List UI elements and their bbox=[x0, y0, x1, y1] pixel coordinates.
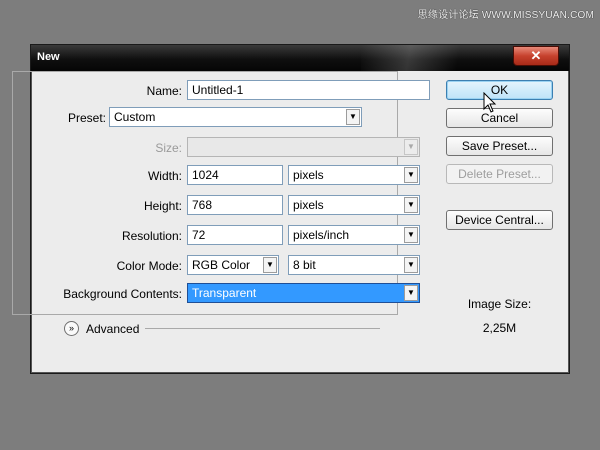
color-mode-value: RGB Color bbox=[192, 258, 251, 272]
background-contents-value: Transparent bbox=[192, 286, 257, 300]
chevron-down-icon: ▼ bbox=[346, 109, 360, 125]
image-size-value: 2,25M bbox=[482, 321, 517, 335]
dialog-title: New bbox=[37, 51, 60, 63]
color-mode-label: Color Mode: bbox=[116, 259, 182, 273]
device-central-button[interactable]: Device Central... bbox=[446, 210, 553, 230]
name-input[interactable]: Untitled-1 bbox=[187, 80, 430, 100]
title-bar[interactable]: New ✕ bbox=[31, 45, 569, 71]
background-contents-label: Background Contents: bbox=[63, 287, 182, 301]
width-unit-select[interactable]: pixels ▼ bbox=[288, 165, 420, 185]
image-size-label: Image Size: bbox=[467, 297, 532, 311]
chevron-down-icon: ▼ bbox=[404, 227, 418, 243]
preset-value: Custom bbox=[114, 110, 156, 124]
chevron-down-icon: ▼ bbox=[404, 257, 418, 273]
advanced-divider bbox=[145, 328, 380, 329]
chevron-down-icon: ▼ bbox=[404, 285, 418, 301]
bit-depth-value: 8 bit bbox=[293, 258, 316, 272]
width-unit-value: pixels bbox=[293, 168, 324, 182]
height-input[interactable]: 768 bbox=[187, 195, 283, 215]
title-bar-shine bbox=[361, 45, 481, 71]
delete-preset-button: Delete Preset... bbox=[446, 164, 553, 184]
close-icon: ✕ bbox=[530, 48, 542, 63]
watermark-text: 思缘设计论坛 WWW.MISSYUAN.COM bbox=[417, 10, 594, 21]
resolution-unit-value: pixels/inch bbox=[293, 228, 350, 242]
height-unit-select[interactable]: pixels ▼ bbox=[288, 195, 420, 215]
width-input[interactable]: 1024 bbox=[187, 165, 283, 185]
chevron-down-icon: ▼ bbox=[404, 139, 418, 155]
width-label: Width: bbox=[147, 169, 182, 183]
height-label: Height: bbox=[143, 199, 182, 213]
height-unit-value: pixels bbox=[293, 198, 324, 212]
resolution-unit-select[interactable]: pixels/inch ▼ bbox=[288, 225, 420, 245]
expand-advanced-icon[interactable]: » bbox=[64, 321, 79, 336]
preset-select[interactable]: Custom ▼ bbox=[109, 107, 362, 127]
chevron-down-icon: ▼ bbox=[404, 167, 418, 183]
bit-depth-select[interactable]: 8 bit ▼ bbox=[288, 255, 420, 275]
ok-button[interactable]: OK bbox=[446, 80, 553, 100]
resolution-input[interactable]: 72 bbox=[187, 225, 283, 245]
size-label: Size: bbox=[155, 141, 182, 155]
save-preset-button[interactable]: Save Preset... bbox=[446, 136, 553, 156]
background-contents-select[interactable]: Transparent ▼ bbox=[187, 283, 420, 303]
resolution-label: Resolution: bbox=[121, 229, 182, 243]
close-button[interactable]: ✕ bbox=[513, 46, 559, 66]
color-mode-select[interactable]: RGB Color ▼ bbox=[187, 255, 279, 275]
preset-label: Preset: bbox=[56, 111, 108, 125]
mouse-cursor-icon bbox=[483, 92, 497, 113]
chevron-down-icon: ▼ bbox=[404, 197, 418, 213]
size-select: ▼ bbox=[187, 137, 420, 157]
name-label: Name: bbox=[146, 84, 182, 98]
advanced-label[interactable]: Advanced bbox=[86, 322, 139, 336]
cancel-button[interactable]: Cancel bbox=[446, 108, 553, 128]
chevron-down-icon: ▼ bbox=[263, 257, 277, 273]
